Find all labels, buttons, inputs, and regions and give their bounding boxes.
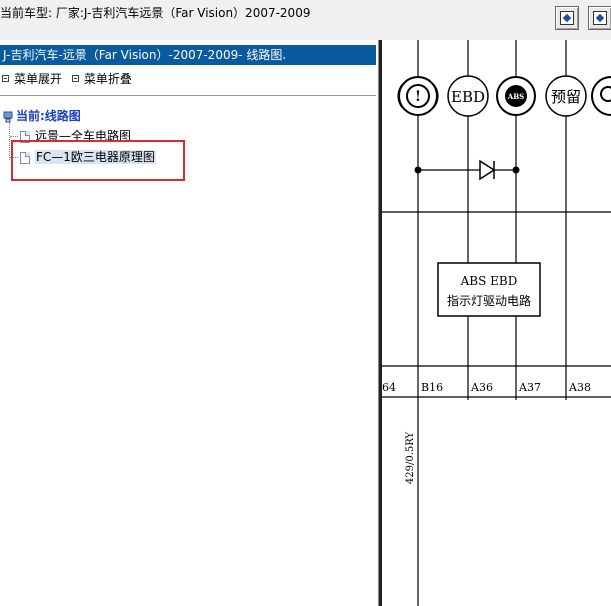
svg-text:EBD: EBD (451, 88, 485, 106)
left-panel: J-吉利汽车-远景（Far Vision）-2007-2009- 线路图. 菜单… (0, 40, 378, 606)
pin-label: B16 (421, 381, 443, 394)
junction-dot (512, 166, 520, 174)
toolbar-button-1[interactable] (555, 6, 579, 30)
folder-network-icon (3, 111, 13, 122)
circuit-diagram: ! EBD ABS 预留 ABS EBD 指示灯驱动电路 64 B16 A36 … (382, 40, 611, 606)
svg-text:预留: 预留 (551, 88, 581, 106)
abs-ebd-driver-box: ABS EBD 指示灯驱动电路 (437, 262, 541, 317)
expand-icon (2, 75, 9, 82)
car-model-label: 当前车型: 厂家:J-吉利汽车远景（Far Vision）2007-2009 (0, 6, 311, 20)
pin-label: A36 (470, 381, 493, 394)
reserved-symbol: 预留 (545, 75, 587, 117)
svg-text:!: ! (415, 89, 421, 105)
partial-symbol (591, 76, 611, 116)
menu-expand-link[interactable]: 菜单展开 (14, 70, 62, 87)
ebd-symbol: EBD (447, 75, 489, 117)
diode-symbol (479, 159, 496, 181)
pin-label: A38 (568, 381, 591, 394)
pin-label: 64 (382, 381, 396, 394)
divider (0, 95, 376, 96)
tree-root-label: 当前:线路图 (16, 109, 81, 123)
wire-label: 429/0.5RY (405, 432, 416, 485)
window-diamond-icon (560, 11, 574, 25)
pin-label: A37 (518, 381, 541, 394)
collapse-icon (71, 75, 79, 82)
menu-collapse-link[interactable]: 菜单折叠 (84, 70, 132, 87)
circuit-svg: ! EBD ABS 预留 ABS EBD 指示灯驱动电路 64 B16 A36 … (382, 40, 611, 606)
window-diamond-icon (593, 11, 607, 25)
toolbar-button-2[interactable] (588, 6, 611, 30)
path-title: J-吉利汽车-远景（Far Vision）-2007-2009- 线路图. (0, 45, 376, 65)
annotation-highlight-box (11, 140, 185, 181)
junction-dot (414, 166, 422, 174)
brake-warning-symbol: ! (397, 76, 439, 116)
top-bar: 当前车型: 厂家:J-吉利汽车远景（Far Vision）2007-2009 (0, 0, 611, 41)
svg-text:ABS EBD: ABS EBD (460, 274, 518, 288)
svg-text:指示灯驱动电路: 指示灯驱动电路 (447, 293, 531, 308)
menu-row: 菜单展开 菜单折叠 (0, 70, 132, 87)
svg-text:ABS: ABS (507, 92, 524, 101)
abs-symbol: ABS (496, 76, 536, 116)
